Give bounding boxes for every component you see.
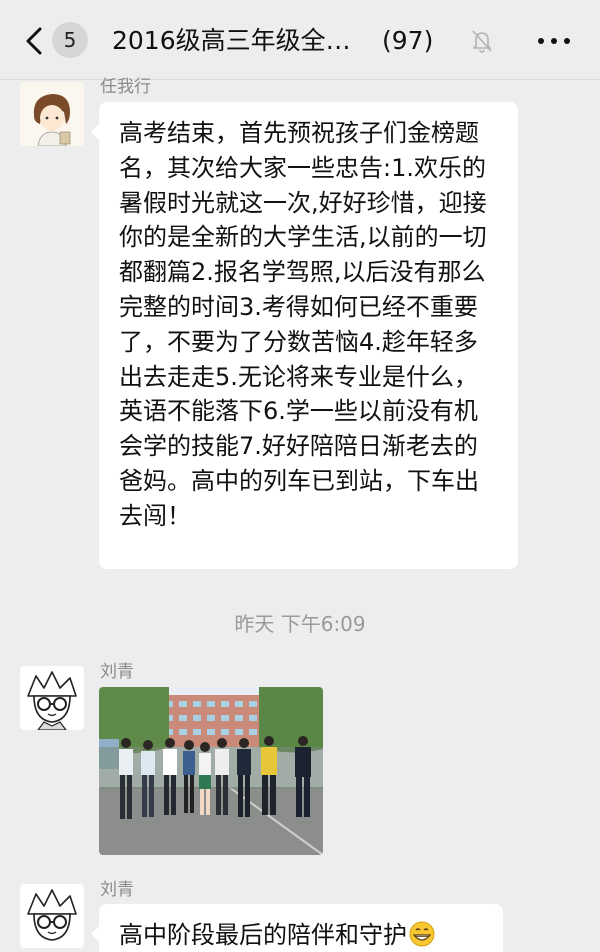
message-text: 高考结束，首先预祝孩子们金榜题名，其次给大家一些忠告:1.欢乐的暑假时光就这一次… [119,119,487,530]
sender-name: 任我行 [100,77,151,97]
message-bubble[interactable]: 高考结束，首先预祝孩子们金榜题名，其次给大家一些忠告:1.欢乐的暑假时光就这一次… [91,102,518,569]
message-bubble[interactable]: 高中阶段最后的陪伴和守护 [91,904,503,952]
sender-name: 刘青 [100,662,134,682]
sender-name: 刘青 [100,880,134,900]
unread-count-badge[interactable]: 5 [52,22,88,58]
avatar[interactable] [20,666,84,730]
more-dots-icon[interactable] [538,38,570,46]
chat-title: 2016级高三年级全体家长群 [112,26,374,55]
grinning-face-icon [409,921,435,947]
chevron-left-icon[interactable] [22,26,48,56]
avatar[interactable] [20,82,84,146]
avatar[interactable] [20,884,84,948]
member-count: (97) [382,26,434,55]
message-text: 高中阶段最后的陪伴和守护 [119,921,407,949]
chat-header: 5 2016级高三年级全体家长群 (97) [0,0,600,80]
bell-off-icon [472,30,492,53]
message-timestamp: 昨天 下午6:09 [234,612,366,636]
shared-photo[interactable] [99,687,323,855]
